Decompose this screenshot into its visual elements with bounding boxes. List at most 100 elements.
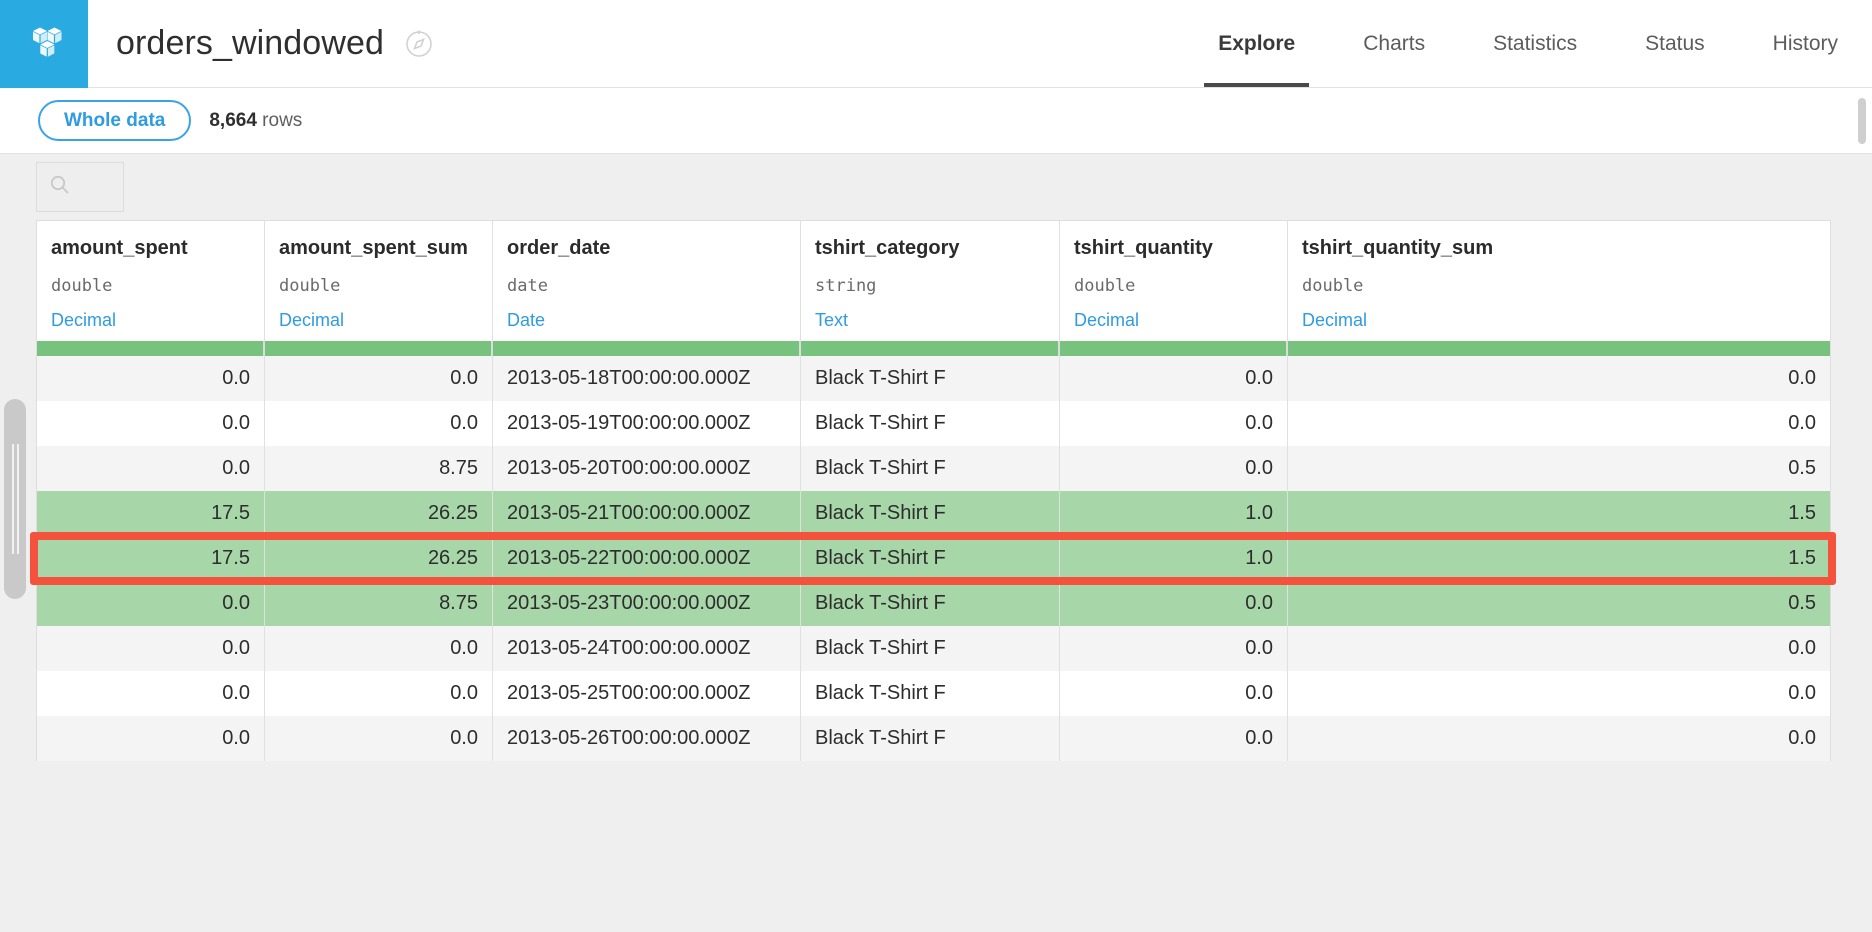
table-cell: 2013-05-18T00:00:00.000Z	[493, 356, 801, 401]
column-header-tshirt_quantity_sum[interactable]: tshirt_quantity_sumdouble Decimal	[1288, 221, 1830, 341]
column-kind-link[interactable]: Text	[815, 310, 1045, 331]
search-icon	[49, 174, 71, 201]
table-cell: 0.0	[1060, 581, 1288, 626]
table-cell: 2013-05-20T00:00:00.000Z	[493, 446, 801, 491]
subheader-scrollbar[interactable]	[1858, 98, 1866, 144]
column-header-amount_spent[interactable]: amount_spentdouble Decimal	[37, 221, 265, 341]
table-cell: 2013-05-25T00:00:00.000Z	[493, 671, 801, 716]
table-cell: Black T-Shirt F	[801, 356, 1060, 401]
tab-history[interactable]: History	[1739, 0, 1872, 87]
column-type: double	[1302, 276, 1816, 296]
table-cell: 0.0	[265, 356, 493, 401]
table-cell: 0.0	[37, 356, 265, 401]
table-cell: Black T-Shirt F	[801, 581, 1060, 626]
table-cell: Black T-Shirt F	[801, 446, 1060, 491]
search-row	[0, 154, 1872, 220]
table-cell: 0.0	[1288, 356, 1830, 401]
column-validity-bar	[37, 341, 1830, 356]
column-type: double	[279, 276, 478, 296]
table-cell: 0.5	[1288, 581, 1830, 626]
app-logo[interactable]	[0, 0, 88, 88]
table-cell: 8.75	[265, 581, 493, 626]
table-cell: Black T-Shirt F	[801, 401, 1060, 446]
column-name: tshirt_category	[815, 237, 1045, 260]
column-name: amount_spent	[51, 237, 250, 260]
table-cell: 0.5	[1288, 446, 1830, 491]
column-name: order_date	[507, 237, 786, 260]
table-cell: 26.25	[265, 536, 493, 581]
table-cell: 0.0	[37, 626, 265, 671]
table-cell: 26.25	[265, 491, 493, 536]
table-row[interactable]: 17.526.252013-05-21T00:00:00.000ZBlack T…	[37, 491, 1830, 536]
whole-data-button[interactable]: Whole data	[38, 100, 191, 141]
page-title: orders_windowed	[116, 24, 384, 63]
tab-charts-label: Charts	[1363, 32, 1425, 56]
data-grid[interactable]: amount_spentdoubleDecimalamount_spent_su…	[36, 220, 1831, 761]
table-row[interactable]: 0.00.02013-05-18T00:00:00.000ZBlack T-Sh…	[37, 356, 1830, 401]
table-row[interactable]: 0.08.752013-05-23T00:00:00.000ZBlack T-S…	[37, 581, 1830, 626]
column-kind-link[interactable]: Decimal	[1302, 310, 1816, 331]
column-type: date	[507, 276, 786, 296]
table-row[interactable]: 0.00.02013-05-25T00:00:00.000ZBlack T-Sh…	[37, 671, 1830, 716]
table-cell: 0.0	[265, 626, 493, 671]
table-area: amount_spentdoubleDecimalamount_spent_su…	[0, 154, 1872, 932]
search-input[interactable]	[36, 162, 124, 212]
title-area: orders_windowed	[88, 0, 434, 87]
column-kind-link[interactable]: Decimal	[51, 310, 250, 331]
column-kind-link[interactable]: Decimal	[1074, 310, 1273, 331]
table-cell: 0.0	[265, 401, 493, 446]
table-cell: 0.0	[37, 716, 265, 761]
tab-explore[interactable]: Explore	[1184, 0, 1329, 87]
tab-status-label: Status	[1645, 32, 1705, 56]
app-header: orders_windowed Explore Charts Statistic…	[0, 0, 1872, 88]
column-header-tshirt_quantity[interactable]: tshirt_quantitydoubleDecimal	[1060, 221, 1288, 341]
table-row[interactable]: 0.00.02013-05-24T00:00:00.000ZBlack T-Sh…	[37, 626, 1830, 671]
row-count: 8,664 rows	[209, 110, 302, 132]
column-header-order_date[interactable]: order_datedate Date	[493, 221, 801, 341]
table-cell: 0.0	[1060, 671, 1288, 716]
compass-icon[interactable]	[404, 29, 434, 59]
table-cell: 1.0	[1060, 536, 1288, 581]
table-cell: 0.0	[37, 401, 265, 446]
tab-history-label: History	[1773, 32, 1838, 56]
table-cell: Black T-Shirt F	[801, 671, 1060, 716]
table-cell: 0.0	[1060, 446, 1288, 491]
table-cell: 0.0	[1288, 716, 1830, 761]
validity-bar-order_date	[493, 341, 801, 356]
table-cell: 0.0	[265, 671, 493, 716]
table-row[interactable]: 17.526.252013-05-22T00:00:00.000ZBlack T…	[37, 536, 1830, 581]
table-cell: 0.0	[37, 581, 265, 626]
column-name: amount_spent_sum	[279, 237, 478, 260]
table-cell: 0.0	[1288, 401, 1830, 446]
tab-charts[interactable]: Charts	[1329, 0, 1459, 87]
validity-bar-amount_spent_sum	[265, 341, 493, 356]
table-cell: 2013-05-21T00:00:00.000Z	[493, 491, 801, 536]
column-header-tshirt_category[interactable]: tshirt_categorystring Text	[801, 221, 1060, 341]
table-header-row: amount_spentdoubleDecimalamount_spent_su…	[37, 221, 1830, 341]
table-cell: 2013-05-22T00:00:00.000Z	[493, 536, 801, 581]
table-cell: 2013-05-26T00:00:00.000Z	[493, 716, 801, 761]
table-cell: 0.0	[1060, 626, 1288, 671]
table-cell: 0.0	[265, 716, 493, 761]
table-cell: Black T-Shirt F	[801, 491, 1060, 536]
column-kind-link[interactable]: Date	[507, 310, 786, 331]
table-row[interactable]: 0.08.752013-05-20T00:00:00.000ZBlack T-S…	[37, 446, 1830, 491]
column-type: string	[815, 276, 1045, 296]
panel-resize-handle[interactable]	[4, 399, 26, 599]
tab-statistics[interactable]: Statistics	[1459, 0, 1611, 87]
row-count-value: 8,664	[209, 110, 257, 131]
tab-explore-label: Explore	[1218, 32, 1295, 56]
column-kind-link[interactable]: Decimal	[279, 310, 478, 331]
column-type: double	[51, 276, 250, 296]
tab-statistics-label: Statistics	[1493, 32, 1577, 56]
table-cell: 0.0	[37, 446, 265, 491]
column-name: tshirt_quantity_sum	[1302, 237, 1816, 260]
column-header-amount_spent_sum[interactable]: amount_spent_sumdouble Decimal	[265, 221, 493, 341]
table-cell: 1.5	[1288, 491, 1830, 536]
table-row[interactable]: 0.00.02013-05-19T00:00:00.000ZBlack T-Sh…	[37, 401, 1830, 446]
row-count-label: rows	[262, 110, 302, 131]
table-cell: 0.0	[37, 671, 265, 716]
column-name: tshirt_quantity	[1074, 237, 1273, 260]
tab-status[interactable]: Status	[1611, 0, 1739, 87]
table-row[interactable]: 0.00.02013-05-26T00:00:00.000ZBlack T-Sh…	[37, 716, 1830, 761]
